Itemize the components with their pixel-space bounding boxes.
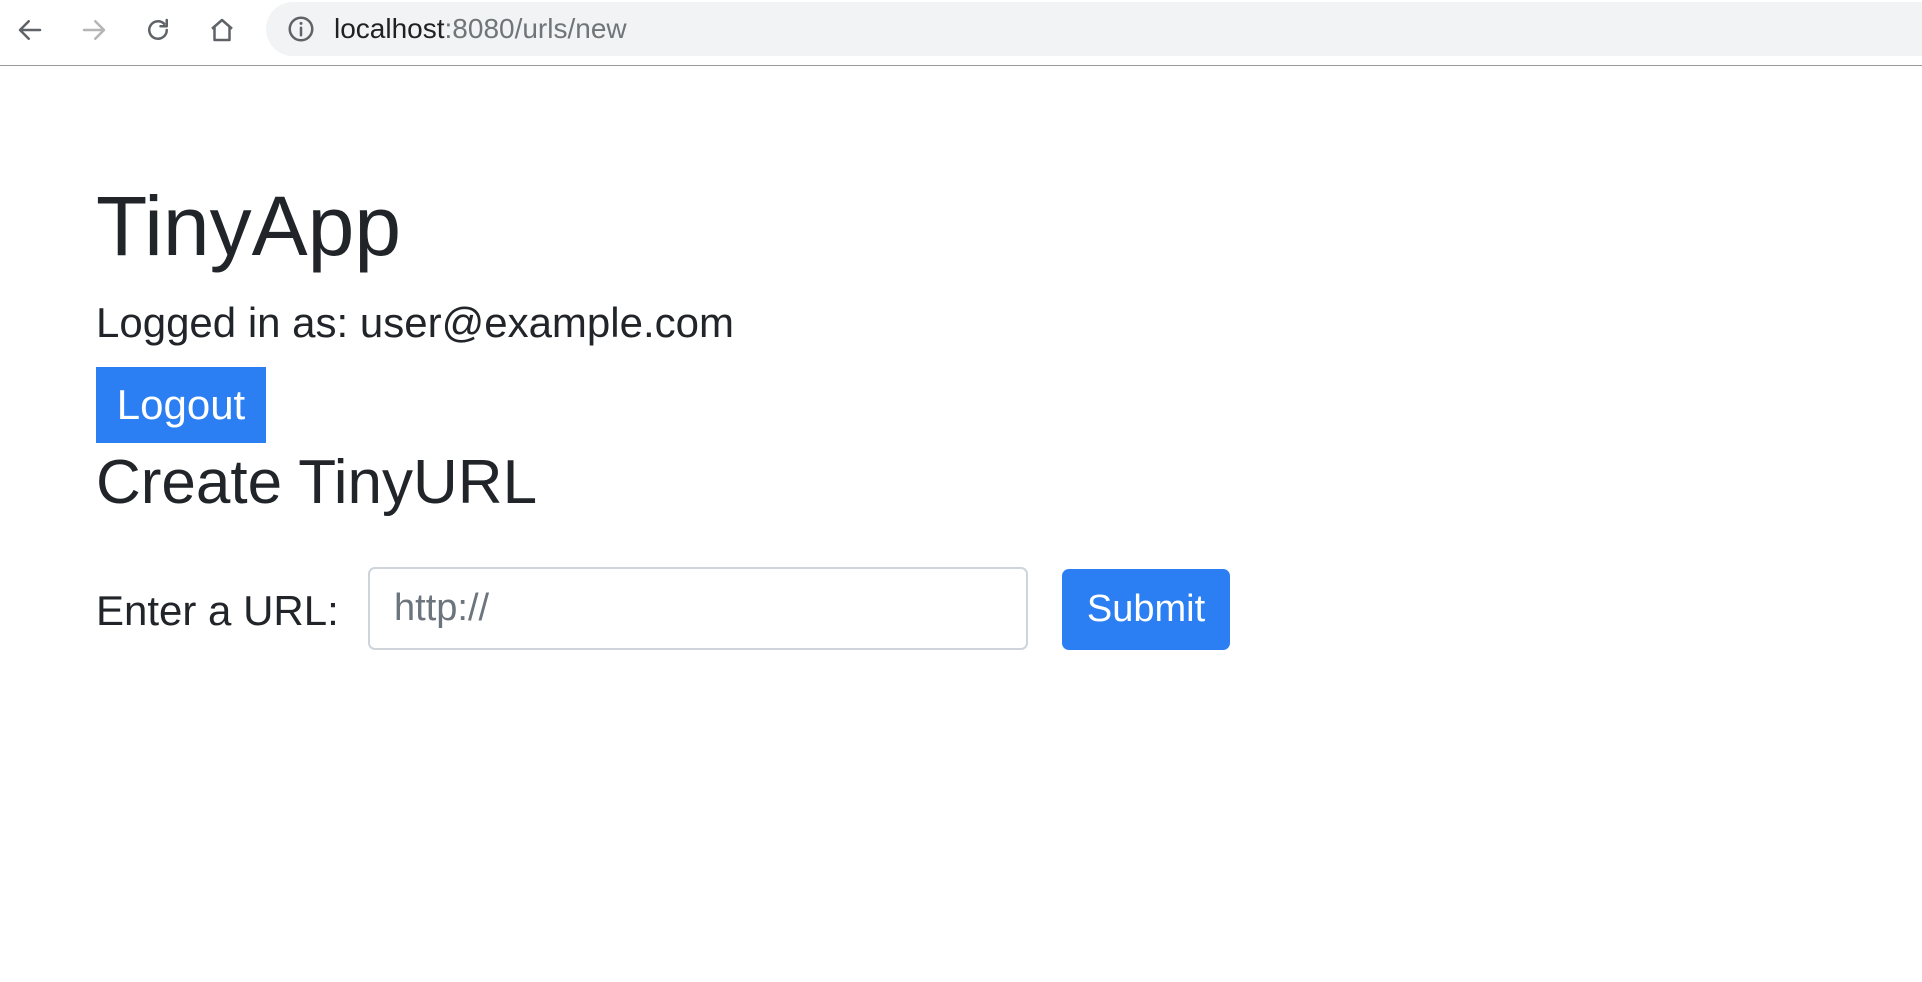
home-button[interactable] <box>200 8 244 52</box>
url-input-label: Enter a URL: <box>96 587 339 634</box>
browser-toolbar: localhost:8080/urls/new <box>0 0 1922 66</box>
forward-arrow-icon <box>82 20 106 40</box>
address-url[interactable]: localhost:8080/urls/new <box>334 13 627 45</box>
submit-button[interactable]: Submit <box>1062 569 1230 650</box>
info-icon[interactable] <box>286 14 316 44</box>
logged-in-status: Logged in as: user@example.com <box>96 299 734 346</box>
back-arrow-icon <box>18 20 42 40</box>
address-bar[interactable]: localhost:8080/urls/new <box>266 2 1922 56</box>
url-host: localhost <box>334 13 445 44</box>
home-icon <box>211 18 233 42</box>
url-path: :8080/urls/new <box>444 13 627 44</box>
reload-button[interactable] <box>136 8 180 52</box>
url-input[interactable] <box>368 567 1028 650</box>
reload-icon <box>148 18 168 40</box>
page-title: Create TinyURL <box>96 448 538 517</box>
logout-button[interactable]: Logout <box>96 367 266 443</box>
back-button[interactable] <box>8 8 52 52</box>
app-title: TinyApp <box>96 179 402 273</box>
forward-button[interactable] <box>72 8 116 52</box>
